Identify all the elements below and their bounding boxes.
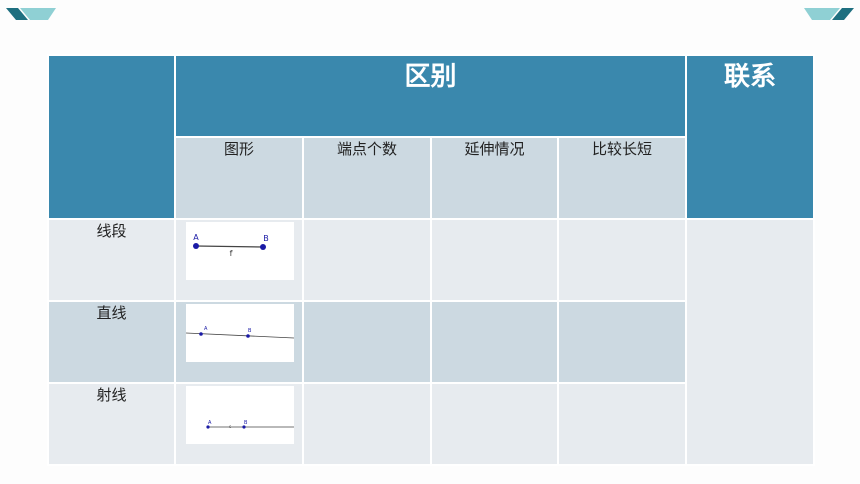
line-figure: A B xyxy=(186,304,294,362)
corner-stripes-right-icon xyxy=(804,8,854,20)
cell-segment-extension xyxy=(430,218,559,302)
line-point-b: B xyxy=(248,328,252,334)
segment-point-a: A xyxy=(193,233,199,242)
column-header-extension: 延伸情况 xyxy=(430,136,559,220)
corner-stripes-left-icon xyxy=(6,8,56,20)
column-header-endpoints: 端点个数 xyxy=(302,136,432,220)
ray-figure: A B c xyxy=(186,386,294,444)
figure-cell-ray: A B c xyxy=(174,382,304,466)
line-point-a: A xyxy=(204,326,208,332)
ray-extra-label: c xyxy=(229,424,231,429)
table-row: 线段 A B f xyxy=(47,218,816,466)
segment-name-label: f xyxy=(230,249,233,258)
figure-cell-segment: A B f xyxy=(174,218,304,302)
column-header-length: 比较长短 xyxy=(556,136,688,220)
difference-header: 区别 xyxy=(173,54,688,138)
column-header-figure: 图形 xyxy=(174,136,304,220)
cell-line-extension xyxy=(430,300,559,384)
comparison-table: 区别 联系 图形 端点个数 延伸情况 比较长短 线段 A B f 直线 A B … xyxy=(47,54,816,466)
cell-ray-endpoints xyxy=(302,382,432,466)
relation-header: 联系 xyxy=(685,54,816,220)
cell-ray-length xyxy=(556,382,688,466)
segment-point-b: B xyxy=(263,234,269,243)
corner-header-cell xyxy=(47,54,176,220)
cell-line-endpoints xyxy=(302,300,432,384)
cell-segment-endpoints xyxy=(302,218,432,302)
row-label-line: 直线 xyxy=(47,300,176,384)
ray-point-a: A xyxy=(208,420,212,426)
cell-ray-extension xyxy=(430,382,559,466)
cell-line-length xyxy=(556,300,688,384)
relation-cell xyxy=(685,218,816,466)
segment-figure: A B f xyxy=(186,222,294,280)
row-label-ray: 射线 xyxy=(47,382,176,466)
cell-segment-length xyxy=(556,218,688,302)
figure-cell-line: A B xyxy=(174,300,304,384)
ray-point-b: B xyxy=(244,420,248,426)
row-label-segment: 线段 xyxy=(47,218,176,302)
